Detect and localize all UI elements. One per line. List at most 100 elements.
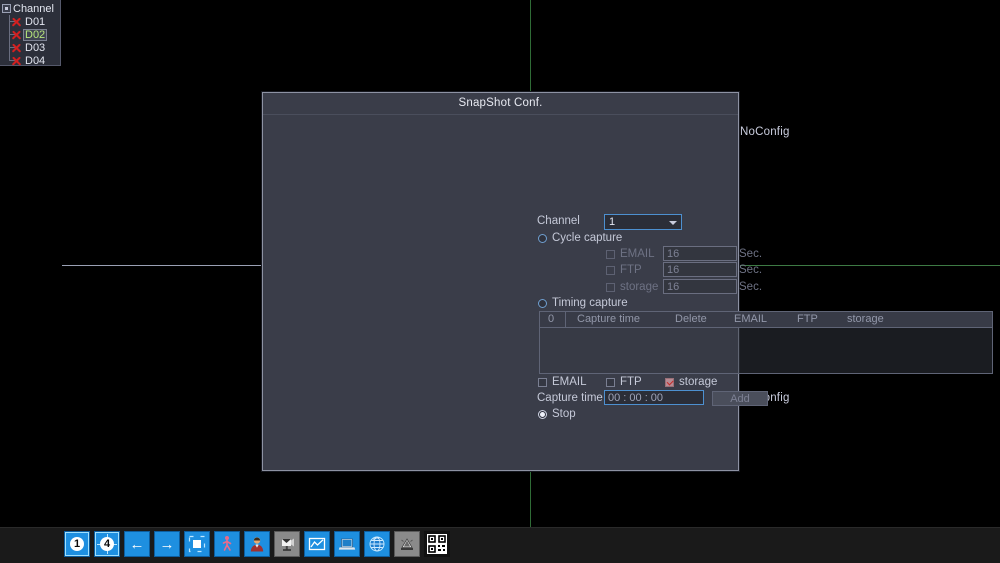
taskbar-buttons: 1 4 ← →: [64, 531, 450, 557]
cycle-ftp-label: FTP: [620, 264, 642, 276]
taskbar-qr-code[interactable]: [424, 531, 450, 557]
add-button-label: Add: [730, 392, 750, 405]
channel-tree-item-label: D01: [25, 15, 46, 28]
channel-select[interactable]: 1: [604, 214, 682, 230]
number-4-icon: 4: [100, 537, 114, 551]
checkbox-icon[interactable]: [606, 249, 615, 259]
channel-tree-item-label: D02: [23, 28, 48, 41]
cycle-storage-interval-input[interactable]: 16: [663, 279, 737, 294]
taskbar-motion-detect[interactable]: [214, 531, 240, 557]
taskbar-record-stop[interactable]: [184, 531, 210, 557]
cycle-email-interval-input[interactable]: 16: [663, 246, 737, 261]
dvr-screen: NoConfig NoConfig Channel D01 D02 D03: [0, 0, 1000, 563]
cycle-storage-checkbox[interactable]: storage: [606, 281, 658, 293]
cycle-ftp-unit: Sec.: [739, 264, 763, 276]
user-icon: [248, 535, 266, 553]
offline-x-icon: [10, 16, 22, 28]
capture-time-input[interactable]: 00 : 00 : 00: [604, 390, 704, 405]
arrow-right-icon: →: [159, 535, 175, 553]
table-column-separator: [565, 312, 566, 327]
taskbar-view-4-channel[interactable]: 4: [94, 531, 120, 557]
channel-select-value: 1: [609, 216, 616, 228]
channel-tree-item-d01[interactable]: D01: [9, 15, 60, 28]
taskbar-next-channel[interactable]: →: [154, 531, 180, 557]
camera-icon: [278, 535, 296, 553]
table-header-capture-time: Capture time: [577, 313, 640, 325]
laptop-icon: [338, 535, 356, 553]
expander-icon[interactable]: [2, 4, 11, 13]
offline-x-icon: [10, 29, 22, 41]
alarm-icon: [398, 535, 416, 553]
taskbar-main-menu[interactable]: [334, 531, 360, 557]
channel-tree-root-label: Channel: [13, 2, 54, 15]
number-1-icon: 1: [70, 537, 84, 551]
table-header-ftp: FTP: [797, 313, 818, 325]
radio-icon[interactable]: [538, 409, 547, 419]
checkbox-icon[interactable]: [665, 377, 674, 387]
chevron-down-icon[interactable]: [668, 217, 679, 228]
taskbar-network-status[interactable]: [364, 531, 390, 557]
timing-email-label: EMAIL: [552, 376, 587, 388]
timing-capture-label: Timing capture: [552, 297, 628, 309]
cycle-capture-radio[interactable]: Cycle capture: [538, 232, 622, 244]
qr-code-icon: [427, 534, 447, 554]
dialog-title-rule: [263, 114, 738, 115]
table-header-delete: Delete: [675, 313, 707, 325]
channel-tree-item-d02[interactable]: D02: [9, 28, 60, 41]
radio-icon[interactable]: [538, 233, 547, 243]
cycle-capture-label: Cycle capture: [552, 232, 623, 244]
cycle-ftp-interval-input[interactable]: 16: [663, 262, 737, 277]
cycle-storage-label: storage: [620, 281, 659, 293]
checkbox-icon[interactable]: [606, 377, 615, 387]
stop-radio[interactable]: Stop: [538, 408, 576, 420]
dialog-title: SnapShot Conf.: [458, 97, 543, 109]
checkbox-icon[interactable]: [606, 265, 615, 275]
pane-status-top-right: NoConfig: [740, 126, 790, 138]
taskbar-user-account[interactable]: [244, 531, 270, 557]
cycle-storage-interval-value: 16: [667, 280, 680, 293]
timing-storage-checkbox[interactable]: storage: [665, 376, 717, 388]
channel-label: Channel: [537, 215, 580, 227]
timing-email-checkbox[interactable]: EMAIL: [538, 376, 587, 388]
cycle-email-unit: Sec.: [739, 248, 763, 260]
channel-tree-item-label: D04: [25, 54, 46, 67]
table-header-row: 0 Capture time Delete EMAIL FTP storage: [540, 312, 992, 328]
channel-tree-item-d04[interactable]: D04: [9, 54, 60, 67]
radio-icon[interactable]: [538, 298, 547, 308]
channel-tree-children: D01 D02 D03 D04: [1, 15, 60, 67]
cycle-ftp-checkbox[interactable]: FTP: [606, 264, 642, 276]
channel-tree-item-label: D03: [25, 41, 46, 54]
checkbox-icon[interactable]: [538, 377, 547, 387]
taskbar-previous-channel[interactable]: ←: [124, 531, 150, 557]
capture-time-value: 00 : 00 : 00: [608, 391, 664, 404]
capture-time-label: Capture time: [537, 392, 603, 404]
cycle-storage-unit: Sec.: [739, 281, 763, 293]
channel-tree-item-d03[interactable]: D03: [9, 41, 60, 54]
channel-tree-root[interactable]: Channel: [1, 2, 60, 15]
taskbar: 1 4 ← →: [0, 527, 1000, 563]
taskbar-playback-chart[interactable]: [304, 531, 330, 557]
taskbar-alarm-output[interactable]: [394, 531, 420, 557]
arrow-left-icon: ←: [129, 535, 145, 553]
taskbar-ptz-camera[interactable]: [274, 531, 300, 557]
channel-tree[interactable]: Channel D01 D02 D03 D04: [0, 0, 61, 67]
chart-icon: [308, 535, 326, 553]
table-header-storage: storage: [847, 313, 884, 325]
timing-ftp-checkbox[interactable]: FTP: [606, 376, 642, 388]
cycle-email-checkbox[interactable]: EMAIL: [606, 248, 655, 260]
timing-ftp-label: FTP: [620, 376, 642, 388]
offline-x-icon: [10, 42, 22, 54]
checkbox-icon[interactable]: [606, 282, 615, 292]
timing-storage-label: storage: [679, 376, 718, 388]
taskbar-view-1-channel[interactable]: 1: [64, 531, 90, 557]
stop-label: Stop: [552, 408, 576, 420]
table-header-index: 0: [548, 313, 555, 325]
add-button[interactable]: Add: [712, 391, 768, 406]
walking-person-icon: [218, 535, 236, 553]
globe-icon: [368, 535, 386, 553]
capture-schedule-table[interactable]: 0 Capture time Delete EMAIL FTP storage: [539, 311, 993, 374]
table-body[interactable]: [540, 328, 992, 374]
table-header-email: EMAIL: [734, 313, 768, 325]
timing-capture-radio[interactable]: Timing capture: [538, 297, 628, 309]
cycle-ftp-interval-value: 16: [667, 263, 680, 276]
